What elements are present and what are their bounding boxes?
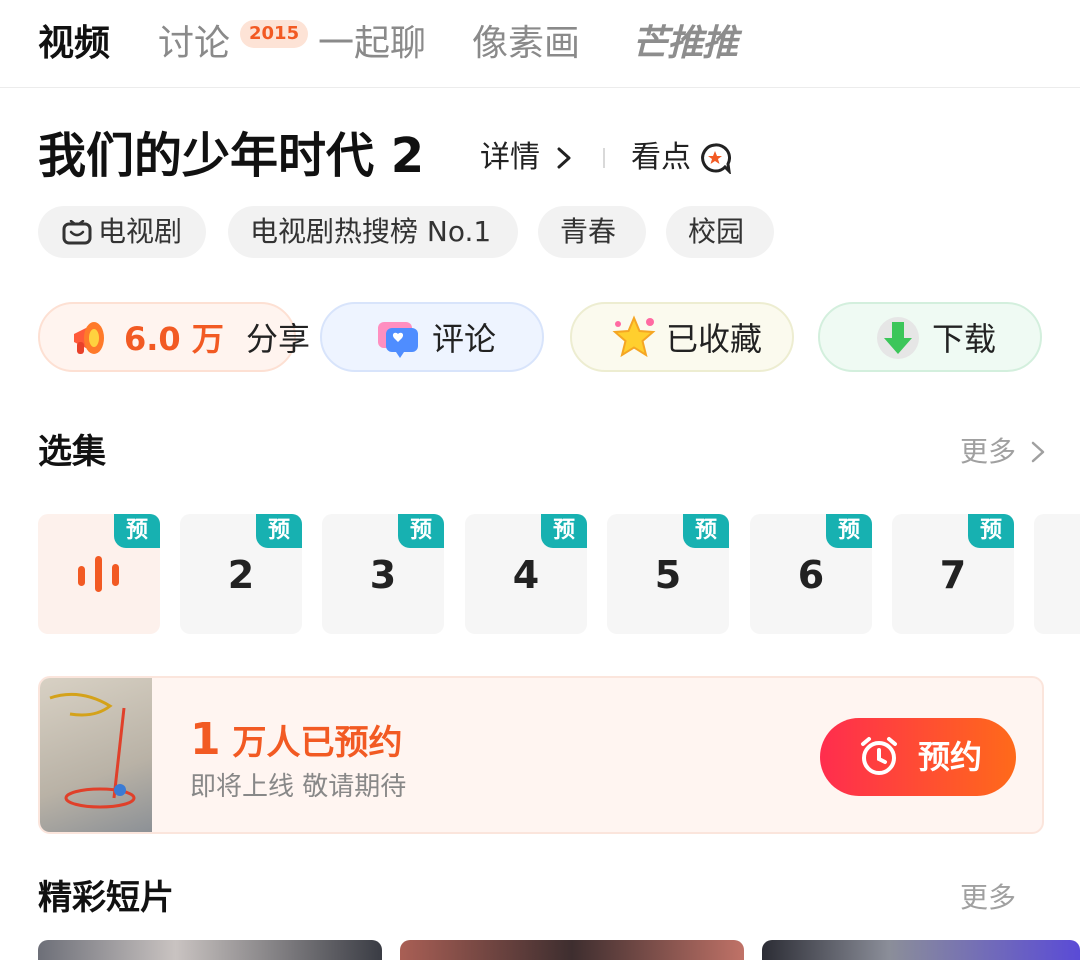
preview-badge: 预 <box>968 514 1014 548</box>
share-button[interactable]: 6.0 万 分享 <box>38 302 310 372</box>
alarm-clock-icon <box>861 737 897 775</box>
preview-badge: 预 <box>114 514 160 548</box>
preview-badge: 预 <box>398 514 444 548</box>
chevron-right-icon[interactable] <box>554 147 574 169</box>
download-label: 下载 <box>932 320 997 358</box>
episode-item[interactable]: 7 预 <box>892 514 1014 634</box>
episode-number: 3 <box>369 553 397 597</box>
episode-1-playing[interactable]: 预 <box>38 514 160 634</box>
episode-number: 2 <box>227 553 255 597</box>
detail-link[interactable]: 详情 <box>480 138 540 178</box>
reservation-count-number: 1 <box>190 714 221 765</box>
tab-discussion[interactable]: 讨论 <box>158 22 230 66</box>
episode-item[interactable]: 5 预 <box>607 514 729 634</box>
tag-youth[interactable]: 青春 <box>538 206 646 258</box>
clip-thumbnail[interactable] <box>38 940 382 960</box>
highlights-link[interactable]: 看点 <box>631 138 691 178</box>
comment-bubble-icon <box>378 322 418 358</box>
tab-video[interactable]: 视频 <box>38 22 110 66</box>
preview-badge: 预 <box>683 514 729 548</box>
tab-mango-recommend[interactable]: 芒推推 <box>632 22 738 66</box>
tag-label: 电视剧 <box>98 215 183 248</box>
highlight-star-bubble-icon[interactable] <box>699 142 731 174</box>
episode-item[interactable]: 6 预 <box>750 514 872 634</box>
tag-tv-series[interactable]: 电视剧 <box>38 206 206 258</box>
clip-thumbnail[interactable] <box>400 940 744 960</box>
share-count: 6.0 万 <box>124 320 224 358</box>
tab-chat-together[interactable]: 一起聊 <box>318 22 426 66</box>
tv-icon <box>62 220 92 245</box>
reservation-subtitle: 即将上线 敬请期待 <box>190 772 407 802</box>
episode-item[interactable]: 4 预 <box>465 514 587 634</box>
reserve-button-label: 预约 <box>918 738 983 776</box>
poster-illustration <box>49 692 136 809</box>
reservation-count-text: 万人已预约 <box>232 723 403 763</box>
episode-item-partial[interactable] <box>1034 514 1080 634</box>
favorite-button[interactable]: 已收藏 <box>570 302 794 372</box>
star-icon <box>612 315 656 358</box>
episode-number: 7 <box>939 553 967 597</box>
share-label: 分享 <box>246 320 311 358</box>
clips-more-link[interactable]: 更多 <box>960 878 1016 918</box>
episode-number: 6 <box>797 553 825 597</box>
preview-badge: 预 <box>541 514 587 548</box>
preview-badge: 预 <box>826 514 872 548</box>
episode-number: 4 <box>512 553 540 597</box>
download-button[interactable]: 下载 <box>818 302 1042 372</box>
top-tab-bar: 视频 讨论 2015 一起聊 像素画 芒推推 <box>0 0 1080 88</box>
tag-campus[interactable]: 校园 <box>666 206 774 258</box>
episode-item[interactable]: 3 预 <box>322 514 444 634</box>
tab-pixel-art[interactable]: 像素画 <box>472 22 580 66</box>
episode-item[interactable]: 2 预 <box>180 514 302 634</box>
episodes-title: 选集 <box>38 432 106 472</box>
preview-badge: 预 <box>256 514 302 548</box>
chevron-right-icon[interactable] <box>1030 441 1046 463</box>
show-poster-thumbnail <box>40 678 152 832</box>
tag-hot-rank[interactable]: 电视剧热搜榜 No.1 <box>228 206 518 258</box>
discussion-count-badge: 2015 <box>240 20 309 48</box>
megaphone-icon <box>74 322 104 354</box>
clips-title: 精彩短片 <box>38 878 174 918</box>
show-title: 我们的少年时代 2 <box>38 128 425 184</box>
title-divider <box>603 148 605 168</box>
comment-button[interactable]: 评论 <box>320 302 544 372</box>
reservation-count: 1 万人已预约 <box>190 718 402 765</box>
clip-thumbnail[interactable] <box>762 940 1080 960</box>
reserve-button[interactable]: 预约 <box>820 718 1016 796</box>
episode-number: 5 <box>654 553 682 597</box>
download-arrow-icon <box>877 317 919 359</box>
favorite-label: 已收藏 <box>666 320 763 358</box>
playing-equalizer-icon <box>78 556 119 592</box>
reservation-banner: 1 万人已预约 即将上线 敬请期待 预约 <box>38 676 1044 834</box>
comment-label: 评论 <box>432 320 497 358</box>
episodes-more-link[interactable]: 更多 <box>960 432 1016 472</box>
